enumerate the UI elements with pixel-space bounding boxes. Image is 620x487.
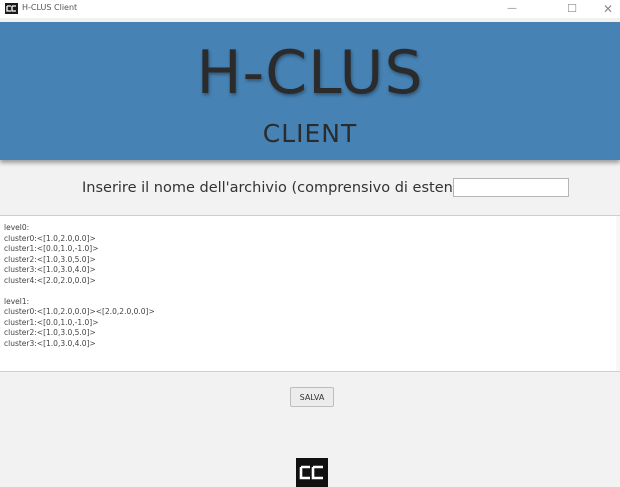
maximize-button[interactable]: ☐: [557, 0, 587, 18]
output-line: cluster4:<[2.0,2.0,0.0]>: [4, 275, 96, 285]
output-line: level1:: [4, 296, 30, 306]
output-line: cluster3:<[1.0,3.0,4.0]>: [4, 338, 96, 348]
close-button[interactable]: ✕: [593, 0, 620, 18]
output-line: cluster2:<[1.0,3.0,5.0]>: [4, 254, 96, 264]
output-text-area[interactable]: level0: cluster0:<[1.0,2.0,0.0]> cluster1:…: [0, 215, 620, 372]
app-logo-icon: [5, 3, 18, 14]
footer-logo-icon: [296, 458, 328, 487]
banner-title: H-CLUS: [196, 38, 424, 108]
output-line: cluster1:<[0.0,1.0,-1.0]>: [4, 244, 99, 253]
output-lines: level0: cluster0:<[1.0,2.0,0.0]> cluster1:…: [4, 223, 155, 349]
output-line: cluster0:<[1.0,2.0,0.0]><[2.0,2.0,0.0]>: [4, 307, 155, 316]
window-title: H-CLUS Client: [22, 3, 78, 12]
filename-input[interactable]: [453, 178, 569, 197]
output-scrollbar[interactable]: [616, 216, 620, 371]
output-line: cluster0:<[1.0,2.0,0.0]>: [4, 233, 96, 243]
output-line: level0:: [4, 223, 30, 232]
filename-prompt-label: Inserire il nome dell'archivio (comprens…: [82, 180, 498, 196]
minimize-button[interactable]: —: [497, 0, 527, 18]
window-titlebar: H-CLUS Client — ☐ ✕: [0, 0, 620, 18]
output-line: cluster3:<[1.0,3.0,4.0]>: [4, 265, 96, 274]
output-line: cluster1:<[0.0,1.0,-1.0]>: [4, 317, 99, 327]
banner-subtitle: CLIENT: [262, 119, 358, 148]
header-banner: H-CLUS CLIENT: [0, 22, 620, 160]
save-button[interactable]: SALVA: [290, 387, 334, 407]
output-line: cluster2:<[1.0,3.0,5.0]>: [4, 328, 96, 337]
